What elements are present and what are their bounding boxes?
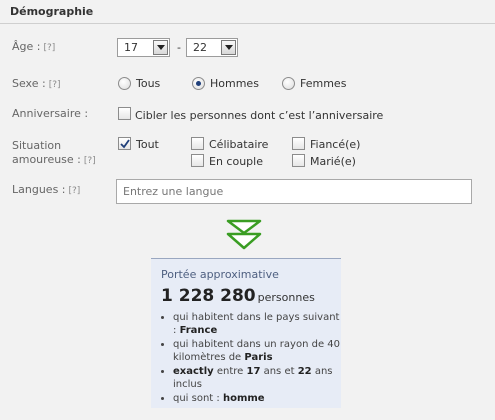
age-min-value: 17 xyxy=(124,41,138,54)
sex-option-all-label[interactable]: Tous xyxy=(136,77,160,90)
relationship-option-engaged-label[interactable]: Fiancé(e) xyxy=(310,138,360,151)
reach-criteria-list: qui habitent dans le pays suivant : Fran… xyxy=(161,311,341,406)
list-item: qui habitent dans un rayon de 40 kilomèt… xyxy=(173,338,341,364)
relationship-checkbox-all[interactable] xyxy=(118,137,131,150)
reach-title: Portée approximative xyxy=(161,268,279,281)
relationship-option-all-label[interactable]: Tout xyxy=(136,138,159,151)
section-title: Démographie xyxy=(10,5,94,18)
sex-radio-women[interactable] xyxy=(282,77,295,90)
chevron-down-icon[interactable] xyxy=(153,40,168,55)
birthday-label: Anniversaire : xyxy=(12,107,89,120)
relationship-checkbox-in-relationship[interactable] xyxy=(191,154,204,167)
relationship-label-line1: Situation xyxy=(12,139,62,152)
section-divider xyxy=(0,23,495,24)
reach-count: 1 228 280 xyxy=(161,286,256,306)
languages-label-row: Langues : [?] xyxy=(12,183,80,198)
age-help-link[interactable]: [?] xyxy=(43,43,55,53)
reach-unit: personnes xyxy=(257,291,315,304)
checkmark-icon xyxy=(120,139,130,149)
sex-option-men-label[interactable]: Hommes xyxy=(210,77,259,90)
reach-count-row: 1 228 280 personnes xyxy=(161,286,315,306)
birthday-checkbox-label[interactable]: Cibler les personnes dont c’est l’annive… xyxy=(135,109,383,122)
chevron-down-icon[interactable] xyxy=(221,40,236,55)
age-max-select[interactable]: 22 xyxy=(186,38,238,57)
age-min-select[interactable]: 17 xyxy=(117,38,170,57)
languages-help-link[interactable]: [?] xyxy=(69,186,81,196)
list-item: qui habitent dans le pays suivant : Fran… xyxy=(173,311,341,337)
language-input[interactable] xyxy=(116,179,472,204)
sex-label-row: Sexe : [?] xyxy=(12,77,61,92)
relationship-checkbox-married[interactable] xyxy=(292,154,305,167)
age-label: Âge : xyxy=(12,40,41,53)
list-item: qui sont : homme xyxy=(173,392,341,405)
relationship-option-in-relationship-label[interactable]: En couple xyxy=(209,155,263,168)
relationship-option-married-label[interactable]: Marié(e) xyxy=(310,155,356,168)
reach-estimate-panel: Portée approximative 1 228 280 personnes … xyxy=(151,258,341,408)
age-label-row: Âge : [?] xyxy=(12,40,55,55)
relationship-label-row: Situation amoureuse : [?] xyxy=(12,139,96,168)
sex-help-link[interactable]: [?] xyxy=(49,80,61,90)
relationship-help-link[interactable]: [?] xyxy=(84,156,96,166)
birthday-checkbox[interactable] xyxy=(118,107,131,120)
relationship-label-line2: amoureuse : xyxy=(12,153,81,166)
sex-radio-all[interactable] xyxy=(118,77,131,90)
sex-radio-men[interactable] xyxy=(192,77,205,90)
list-item: exactly entre 17 ans et 22 ans inclus xyxy=(173,365,341,391)
languages-label: Langues : xyxy=(12,183,66,196)
relationship-option-single-label[interactable]: Célibataire xyxy=(209,138,268,151)
sex-option-women-label[interactable]: Femmes xyxy=(300,77,346,90)
relationship-checkbox-engaged[interactable] xyxy=(292,137,305,150)
double-chevron-down-icon xyxy=(226,219,262,250)
age-max-value: 22 xyxy=(193,41,207,54)
sex-label: Sexe : xyxy=(12,77,46,90)
age-range-separator: - xyxy=(177,41,181,54)
relationship-checkbox-single[interactable] xyxy=(191,137,204,150)
